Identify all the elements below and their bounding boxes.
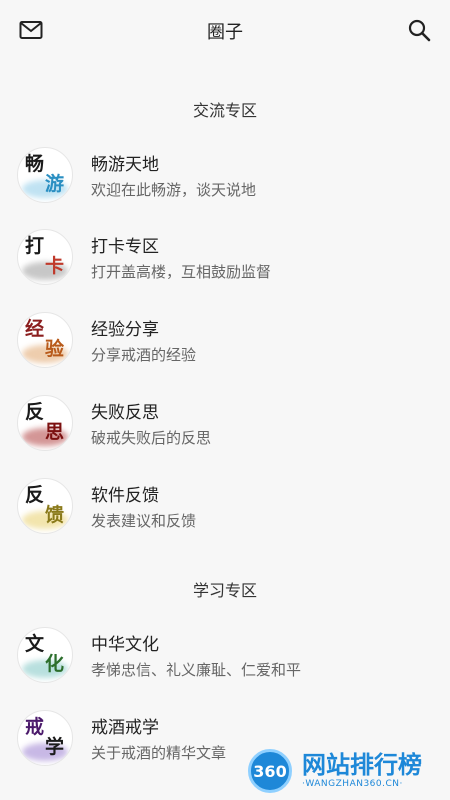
mail-icon[interactable] (17, 16, 45, 44)
list-item[interactable]: 畅 游 畅游天地 欢迎在此畅游，谈天说地 (0, 135, 450, 215)
site-watermark: 360 网站排行榜 ·WANGZHAN360.CN· (248, 742, 450, 800)
item-title: 软件反馈 (91, 486, 159, 506)
circle-avatar: 畅 游 (17, 147, 73, 203)
item-subtitle: 发表建议和反馈 (91, 512, 197, 530)
watermark-main-text: 网站排行榜 (302, 751, 422, 780)
item-title: 中华文化 (91, 635, 159, 655)
item-title: 畅游天地 (91, 155, 159, 175)
circle-avatar: 戒 学 (17, 710, 73, 766)
item-subtitle: 破戒失败后的反思 (91, 429, 212, 447)
section-title-exchange: 交流专区 (192, 101, 257, 120)
item-title: 打卡专区 (91, 237, 159, 257)
watermark-sub-text: ·WANGZHAN360.CN· (302, 778, 403, 789)
top-bar: 圈子 (0, 0, 450, 62)
item-subtitle: 关于戒酒的精华文章 (91, 744, 227, 762)
item-subtitle: 打开盖高楼，互相鼓励监督 (91, 263, 272, 281)
list-item[interactable]: 反 馈 软件反馈 发表建议和反馈 (0, 466, 450, 546)
item-title: 经验分享 (91, 320, 159, 340)
section-title-study: 学习专区 (192, 581, 257, 600)
list-item[interactable]: 打 卡 打卡专区 打开盖高楼，互相鼓励监督 (0, 217, 450, 297)
watermark-badge: 360 (248, 749, 292, 793)
circle-avatar: 反 馈 (17, 478, 73, 534)
page-title: 圈子 (207, 22, 243, 43)
search-icon[interactable] (405, 16, 433, 44)
circle-avatar: 反 思 (17, 395, 73, 451)
item-subtitle: 孝悌忠信、礼义廉耻、仁爱和平 (91, 661, 302, 679)
list-item[interactable]: 文 化 中华文化 孝悌忠信、礼义廉耻、仁爱和平 (0, 615, 450, 695)
list-item[interactable]: 反 思 失败反思 破戒失败后的反思 (0, 383, 450, 463)
circle-avatar: 打 卡 (17, 229, 73, 285)
item-title: 失败反思 (91, 403, 159, 423)
circle-avatar: 经 验 (17, 312, 73, 368)
item-subtitle: 欢迎在此畅游，谈天说地 (91, 181, 257, 199)
item-subtitle: 分享戒酒的经验 (91, 346, 197, 364)
list-item[interactable]: 经 验 经验分享 分享戒酒的经验 (0, 300, 450, 380)
circle-avatar: 文 化 (17, 627, 73, 683)
item-title: 戒酒戒学 (91, 718, 159, 738)
